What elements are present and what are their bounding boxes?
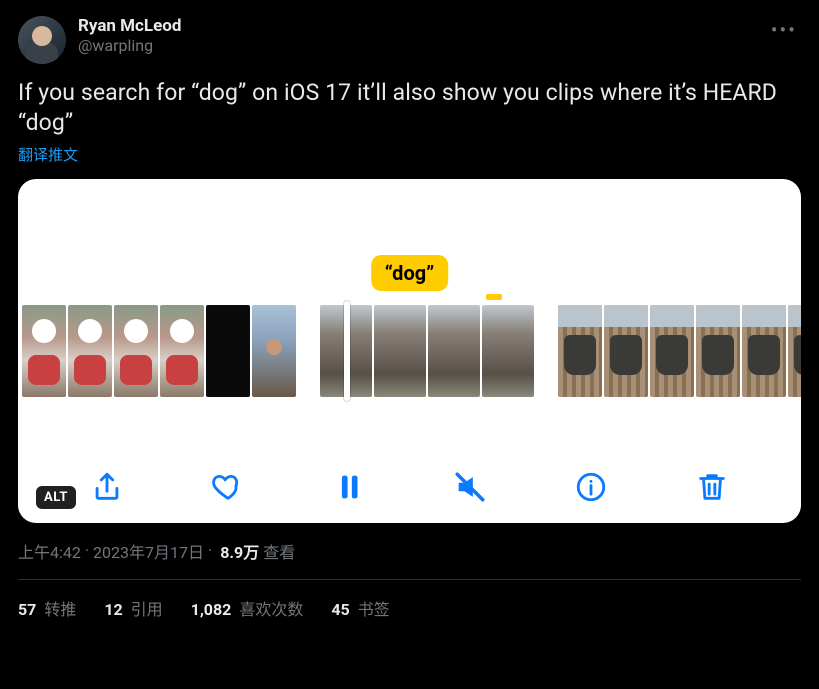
retweets-label: 转推	[40, 600, 76, 619]
pause-button[interactable]	[331, 469, 367, 505]
tweet-header: Ryan McLeod @warpling •••	[18, 16, 801, 64]
trash-icon	[695, 470, 729, 504]
meta-separator: ·	[85, 541, 89, 560]
tweet-meta: 上午4:42 · 2023年7月17日 · 8.9万 查看	[18, 539, 801, 563]
media-toolbar	[18, 469, 801, 505]
thumbnail	[22, 305, 66, 397]
caption-marker	[486, 294, 502, 300]
more-menu-button[interactable]: •••	[767, 16, 801, 44]
speaker-muted-icon	[453, 470, 487, 504]
playhead-scrubber[interactable]	[344, 301, 350, 401]
thumbnail	[68, 305, 112, 397]
thumbnail	[206, 305, 250, 397]
clip-group-3[interactable]	[558, 305, 801, 397]
meta-separator: ·	[208, 541, 212, 560]
share-icon	[90, 470, 124, 504]
thumbnail	[482, 305, 534, 397]
thumbnail	[604, 305, 648, 397]
retweets-count: 57	[18, 600, 36, 619]
share-button[interactable]	[89, 469, 125, 505]
bookmarks-count: 45	[331, 600, 349, 619]
tweet-text: If you search for “dog” on iOS 17 it’ll …	[18, 78, 801, 138]
stats-row: 57 转推 12 引用 1,082 喜欢次数 45 书签	[18, 580, 801, 620]
display-name[interactable]: Ryan McLeod	[78, 16, 767, 36]
delete-button[interactable]	[694, 469, 730, 505]
info-icon	[574, 470, 608, 504]
thumbnail	[788, 305, 801, 397]
thumbnail	[374, 305, 426, 397]
thumbnail	[696, 305, 740, 397]
user-handle[interactable]: @warpling	[78, 36, 767, 55]
likes-count: 1,082	[191, 600, 232, 619]
thumbnail	[160, 305, 204, 397]
quotes-stat[interactable]: 12 引用	[104, 596, 162, 620]
bookmarks-label: 书签	[354, 600, 390, 619]
thumbnail	[252, 305, 296, 397]
avatar[interactable]	[18, 16, 66, 64]
mute-button[interactable]	[452, 469, 488, 505]
user-block: Ryan McLeod @warpling	[78, 16, 767, 55]
thumbnail	[558, 305, 602, 397]
quotes-label: 引用	[127, 600, 163, 619]
thumbnail	[114, 305, 158, 397]
clip-group-1[interactable]	[22, 305, 296, 397]
pause-icon	[332, 470, 366, 504]
retweets-stat[interactable]: 57 转推	[18, 596, 76, 620]
info-button[interactable]	[573, 469, 609, 505]
likes-stat[interactable]: 1,082 喜欢次数	[191, 596, 304, 620]
caption-pill: “dog”	[371, 255, 449, 291]
views-label: 查看	[263, 539, 295, 563]
heart-icon	[211, 470, 245, 504]
like-button[interactable]	[210, 469, 246, 505]
tweet-container: Ryan McLeod @warpling ••• If you search …	[0, 0, 819, 636]
video-filmstrip[interactable]	[18, 305, 801, 397]
thumbnail	[742, 305, 786, 397]
clip-group-2[interactable]	[320, 305, 534, 397]
translate-link[interactable]: 翻译推文	[18, 144, 78, 165]
likes-label: 喜欢次数	[235, 600, 303, 619]
quotes-count: 12	[104, 600, 122, 619]
tweet-date[interactable]: 2023年7月17日	[93, 539, 204, 563]
thumbnail	[428, 305, 480, 397]
tweet-time[interactable]: 上午4:42	[18, 539, 81, 563]
bookmarks-stat[interactable]: 45 书签	[331, 596, 389, 620]
media-card[interactable]: “dog”	[18, 179, 801, 523]
views-count[interactable]: 8.9万	[220, 539, 259, 563]
alt-badge[interactable]: ALT	[36, 486, 76, 509]
thumbnail	[650, 305, 694, 397]
